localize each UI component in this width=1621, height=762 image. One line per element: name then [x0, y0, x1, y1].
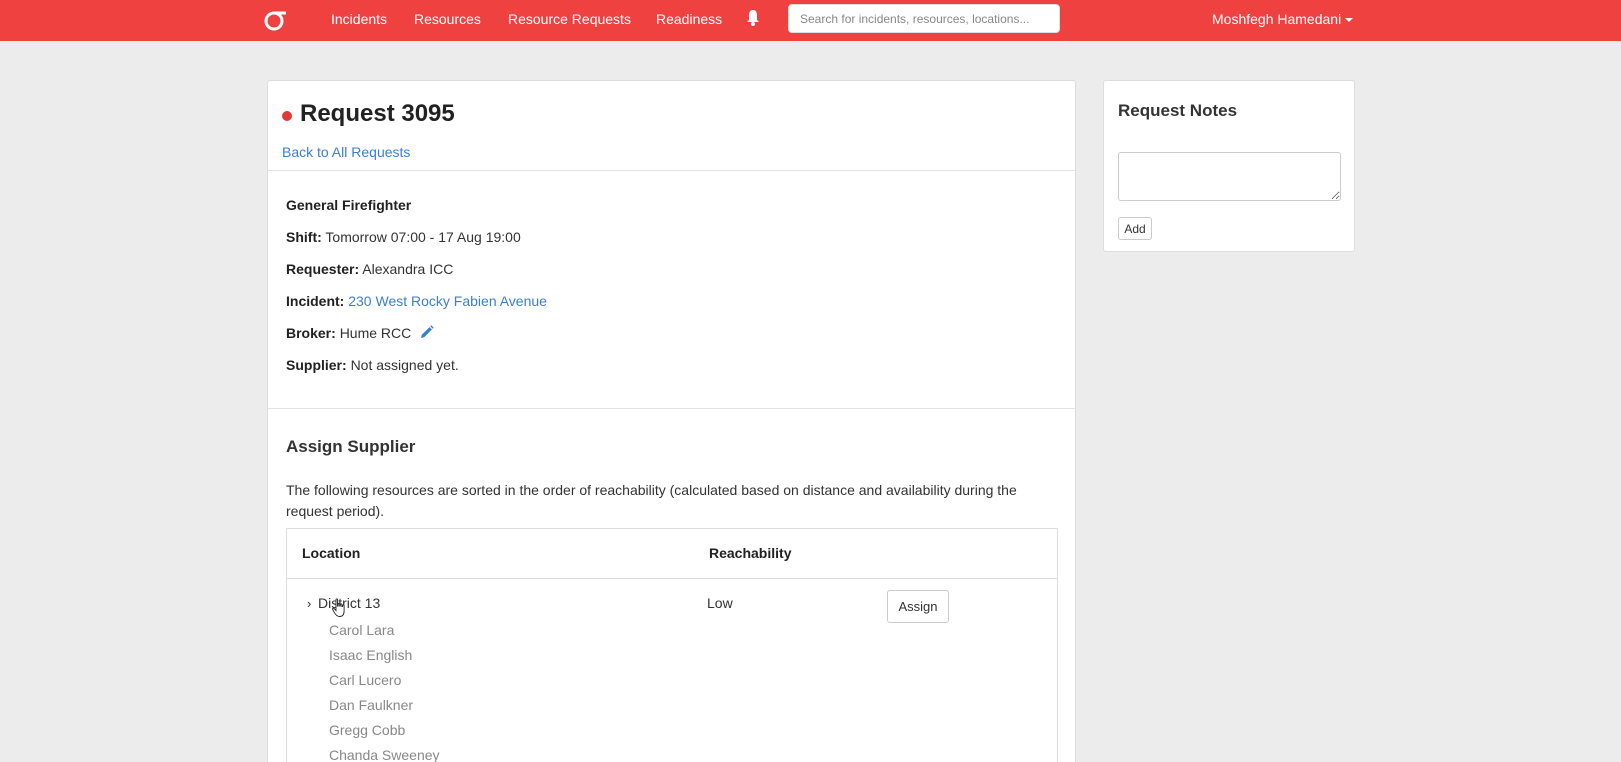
search-input[interactable] [788, 4, 1060, 33]
request-panel: Request 3095 Back to All Requests Genera… [267, 80, 1076, 762]
assign-button[interactable]: Assign [887, 590, 949, 623]
requester-row: Requester: Alexandra ICC [286, 261, 454, 277]
location-name[interactable]: District 13 [318, 595, 380, 611]
shift-row: Shift: Tomorrow 07:00 - 17 Aug 19:00 [286, 229, 521, 245]
broker-row: Broker: Hume RCC [286, 325, 434, 341]
status-dot-icon [282, 111, 292, 121]
member-name: Carol Lara [329, 622, 395, 638]
column-header-location: Location [302, 545, 361, 561]
add-note-button[interactable]: Add [1118, 217, 1152, 240]
request-role: General Firefighter [286, 197, 412, 213]
caret-down-icon [1345, 18, 1354, 23]
requester-value: Alexandra ICC [362, 261, 454, 277]
sigma-logo-icon[interactable] [262, 4, 288, 34]
broker-value: Hume RCC [339, 325, 412, 341]
nav-incidents[interactable]: Incidents [331, 11, 387, 27]
supplier-table: Location Reachability › District 13 Low … [286, 528, 1058, 762]
user-name: Moshfegh Hamedani [1212, 11, 1342, 27]
supplier-row: Supplier: Not assigned yet. [286, 357, 459, 373]
table-header-divider [287, 578, 1057, 579]
member-name: Chanda Sweeney [329, 747, 440, 762]
nav-resources[interactable]: Resources [414, 11, 481, 27]
supplier-value: Not assigned yet. [350, 357, 459, 373]
reachability-value: Low [707, 595, 733, 611]
nav-readiness[interactable]: Readiness [656, 11, 722, 27]
member-name: Dan Faulkner [329, 697, 414, 713]
member-name: Carl Lucero [329, 672, 402, 688]
incident-link[interactable]: 230 West Rocky Fabien Avenue [348, 293, 547, 309]
hand-cursor-icon [332, 598, 345, 617]
pencil-edit-icon[interactable] [419, 325, 434, 340]
column-header-reachability: Reachability [709, 545, 792, 561]
assign-supplier-title: Assign Supplier [286, 437, 416, 456]
member-name: Gregg Cobb [329, 722, 406, 738]
assign-supplier-intro: The following resources are sorted in th… [286, 482, 1017, 519]
shift-value: Tomorrow 07:00 - 17 Aug 19:00 [325, 229, 521, 245]
nav-resource-requests[interactable]: Resource Requests [508, 11, 631, 27]
request-notes-panel: Request Notes Add [1103, 80, 1355, 252]
top-navbar: Incidents Resources Resource Requests Re… [0, 0, 1621, 41]
request-notes-title: Request Notes [1118, 101, 1238, 120]
back-to-requests-link[interactable]: Back to All Requests [282, 144, 410, 160]
member-name: Isaac English [329, 647, 413, 663]
request-notes-input[interactable] [1118, 152, 1341, 201]
divider [268, 170, 1075, 171]
bell-icon[interactable] [746, 9, 760, 27]
user-menu[interactable]: Moshfegh Hamedani [1212, 11, 1354, 27]
page-title: Request 3095 [300, 100, 455, 127]
divider [268, 408, 1075, 409]
chevron-right-icon[interactable]: › [307, 596, 311, 611]
incident-row: Incident: 230 West Rocky Fabien Avenue [286, 293, 547, 309]
